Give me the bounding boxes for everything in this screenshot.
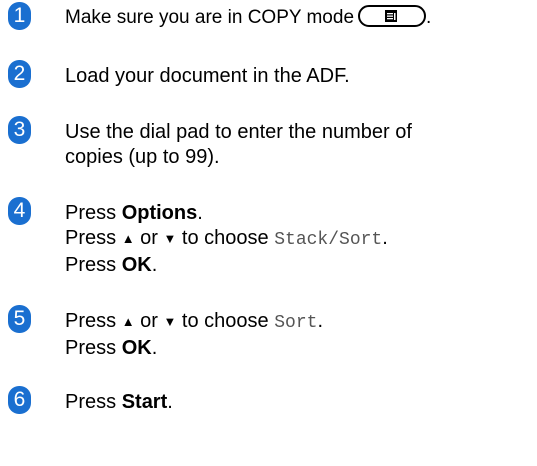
period: . — [167, 391, 173, 413]
step-4-line-3: Press OK. — [65, 253, 388, 278]
step-3-line-2: copies (up to 99). — [65, 146, 220, 168]
up-arrow-icon: ▲ — [121, 231, 135, 246]
start-key-label: Start — [121, 391, 168, 413]
press-label: Press — [65, 337, 117, 359]
step-number-badge: 4 — [8, 197, 31, 225]
step-3-line-1: Use the dial pad to enter the number of — [65, 121, 412, 143]
press-label: Press — [65, 391, 117, 413]
stack-sort-setting: Stack/Sort — [274, 230, 383, 250]
step-1-period: . — [426, 7, 432, 28]
down-arrow-icon: ▼ — [163, 231, 177, 246]
step-text: Press Start. — [65, 390, 173, 415]
step-text: Use the dial pad to enter the number of … — [65, 120, 412, 170]
step-text: Press Options. Press ▲ or ▼ to choose St… — [65, 201, 388, 278]
step-number-badge: 1 — [8, 2, 31, 30]
ok-key-label: OK — [121, 254, 152, 276]
to-choose-label: to choose — [181, 310, 269, 332]
down-arrow-icon: ▼ — [163, 314, 177, 329]
step-4-line-2: Press ▲ or ▼ to choose Stack/Sort. — [65, 226, 388, 253]
sort-setting: Sort — [274, 313, 318, 333]
copy-mode-button — [358, 5, 427, 27]
step-number-badge: 2 — [8, 60, 31, 88]
step-number-badge: 3 — [8, 116, 31, 144]
period: . — [197, 202, 203, 224]
press-label: Press — [65, 254, 117, 276]
press-label: Press — [65, 310, 117, 332]
press-label: Press — [65, 202, 117, 224]
step-1-text: Make sure you are in COPY mode — [65, 7, 355, 28]
step-text: Make sure you are in COPY mode. — [65, 5, 431, 30]
step-text: Load your document in the ADF. — [65, 65, 350, 87]
step-number-badge: 5 — [8, 305, 31, 333]
period: . — [317, 310, 323, 332]
step-4-line-1: Press Options. — [65, 201, 388, 226]
step-5-line-2: Press OK. — [65, 336, 323, 361]
options-key-label: Options — [121, 202, 198, 224]
period: . — [151, 337, 158, 359]
period: . — [151, 254, 158, 276]
press-label: Press — [65, 227, 117, 249]
step-number-badge: 6 — [8, 386, 31, 414]
or-label: or — [140, 310, 158, 332]
step-text: Press ▲ or ▼ to choose Sort. Press OK. — [65, 309, 323, 361]
period: . — [382, 227, 388, 249]
copy-mode-icon — [385, 10, 398, 22]
up-arrow-icon: ▲ — [121, 314, 135, 329]
or-label: or — [140, 227, 158, 249]
to-choose-label: to choose — [181, 227, 269, 249]
ok-key-label: OK — [121, 337, 152, 359]
step-5-line-1: Press ▲ or ▼ to choose Sort. — [65, 309, 323, 336]
